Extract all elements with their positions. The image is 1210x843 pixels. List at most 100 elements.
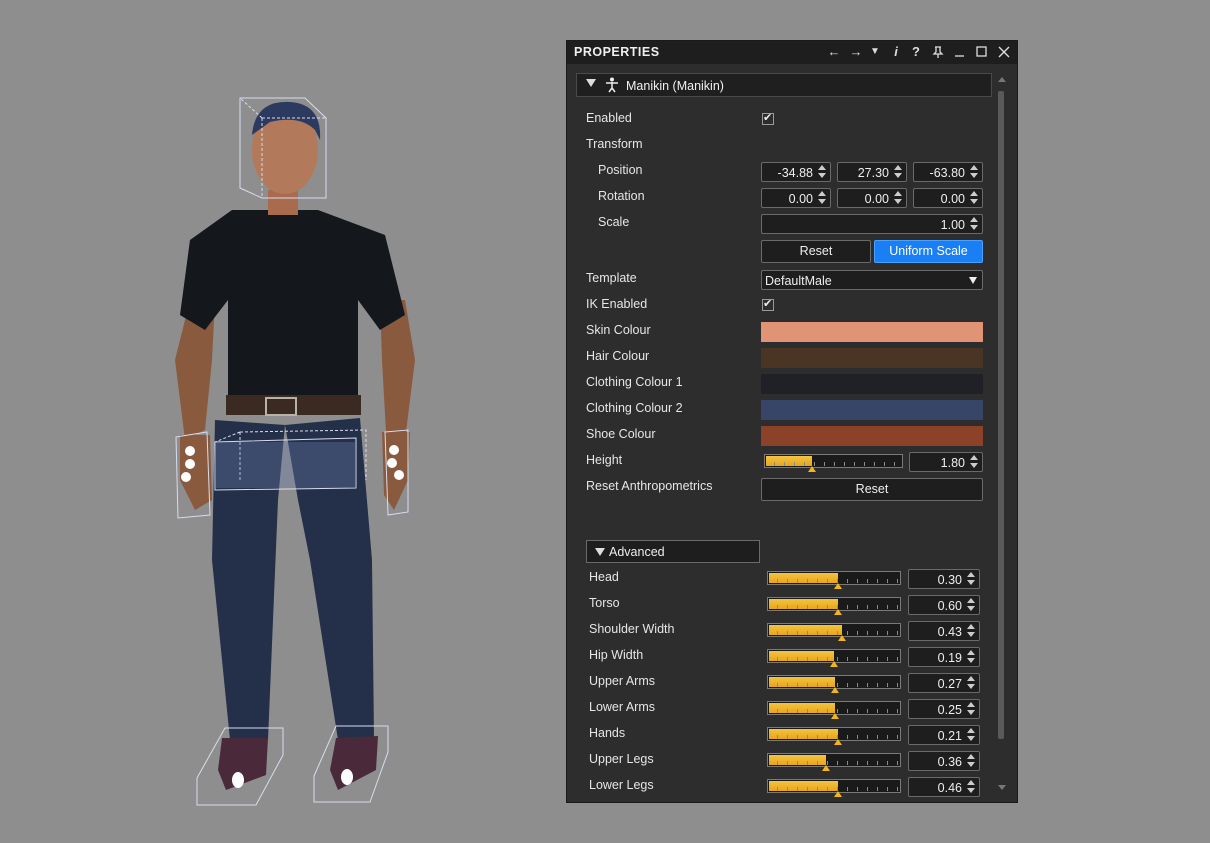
slider-thumb[interactable] [834,609,842,615]
skin-colour-swatch[interactable] [761,322,983,342]
slider-thumb[interactable] [834,791,842,797]
rotation-label: Rotation [598,189,645,203]
spinner-icon[interactable] [894,191,903,205]
position-x-field[interactable]: -34.88 [761,162,831,182]
slider-thumb[interactable] [830,661,838,667]
spinner-icon[interactable] [967,650,976,664]
reset-anthropometrics-button[interactable]: Reset [761,478,983,501]
position-label: Position [598,163,643,177]
rotation-z-field[interactable]: 0.00 [913,188,983,208]
forward-arrow-icon[interactable]: → [848,44,864,60]
position-z-field[interactable]: -63.80 [913,162,983,182]
advanced-item-slider[interactable] [767,675,901,693]
advanced-item-label: Torso [589,596,620,610]
shoe-colour-swatch[interactable] [761,426,983,446]
position-y-field[interactable]: 27.30 [837,162,907,182]
scale-label: Scale [598,215,630,229]
template-select[interactable]: DefaultMale [761,270,983,290]
slider-thumb[interactable] [822,765,830,771]
advanced-item-slider[interactable] [767,753,901,771]
collapse-arrow-icon[interactable] [595,548,605,556]
uniform-scale-button[interactable]: Uniform Scale [874,240,983,263]
component-title: Manikin (Manikin) [626,79,724,93]
properties-panel: PROPERTIES ← → ▼ i ? Manikin (Manikin) E [566,40,1018,803]
advanced-item-value-field[interactable]: 0.21 [908,725,980,745]
height-slider[interactable] [764,454,903,472]
scroll-up-icon[interactable] [998,77,1006,82]
spinner-icon[interactable] [967,598,976,612]
spinner-icon[interactable] [970,217,979,231]
info-icon[interactable]: i [888,44,904,60]
slider-thumb[interactable] [831,687,839,693]
person-icon [606,77,618,93]
pin-icon[interactable] [930,44,946,60]
spinner-icon[interactable] [970,191,979,205]
template-label: Template [586,271,637,285]
slider-thumb[interactable] [838,635,846,641]
collapse-arrow-icon[interactable] [586,79,596,87]
spinner-icon[interactable] [818,165,827,179]
scrollbar-thumb[interactable] [998,91,1004,739]
advanced-item-label: Lower Legs [589,778,654,792]
spinner-icon[interactable] [967,728,976,742]
advanced-section-header[interactable]: Advanced [586,540,760,563]
hair-colour-swatch[interactable] [761,348,983,368]
ik-enabled-label: IK Enabled [586,297,648,311]
spinner-icon[interactable] [967,754,976,768]
advanced-item-slider[interactable] [767,779,901,797]
close-icon[interactable] [996,44,1012,60]
advanced-item-slider[interactable] [767,623,901,641]
dropdown-icon[interactable]: ▼ [867,44,883,60]
spinner-icon[interactable] [967,624,976,638]
slider-thumb[interactable] [834,583,842,589]
height-label: Height [586,453,623,467]
maximize-icon[interactable] [974,44,990,60]
panel-scrollbar[interactable] [997,77,1007,792]
3d-viewport[interactable] [0,0,560,840]
panel-content: Manikin (Manikin) Enabled Transform Posi… [576,73,993,798]
enabled-checkbox[interactable] [762,111,774,125]
advanced-item-value-field[interactable]: 0.60 [908,595,980,615]
advanced-item-value-field[interactable]: 0.43 [908,621,980,641]
advanced-item-slider[interactable] [767,649,901,667]
advanced-item-label: Upper Legs [589,752,654,766]
height-field[interactable]: 1.80 [909,452,983,472]
advanced-item-slider[interactable] [767,701,901,719]
slider-thumb[interactable] [834,739,842,745]
scroll-down-icon[interactable] [998,785,1006,790]
reset-transform-button[interactable]: Reset [761,240,871,263]
advanced-item-value-field[interactable]: 0.36 [908,751,980,771]
spinner-icon[interactable] [818,191,827,205]
reset-anthropometrics-label: Reset Anthropometrics [586,479,713,493]
advanced-item-value-field[interactable]: 0.30 [908,569,980,589]
back-arrow-icon[interactable]: ← [826,44,842,60]
clothing-colour-1-swatch[interactable] [761,374,983,394]
skin-colour-label: Skin Colour [586,323,651,337]
advanced-item-slider[interactable] [767,571,901,589]
slider-thumb[interactable] [831,713,839,719]
advanced-item-value-field[interactable]: 0.27 [908,673,980,693]
component-header[interactable]: Manikin (Manikin) [576,73,992,97]
help-icon[interactable]: ? [908,44,924,60]
rotation-y-field[interactable]: 0.00 [837,188,907,208]
advanced-item-slider[interactable] [767,597,901,615]
advanced-item-value-field[interactable]: 0.25 [908,699,980,719]
minimize-icon[interactable] [952,44,968,60]
spinner-icon[interactable] [967,676,976,690]
spinner-icon[interactable] [967,702,976,716]
clothing-colour-2-swatch[interactable] [761,400,983,420]
advanced-item-label: Lower Arms [589,700,655,714]
spinner-icon[interactable] [967,572,976,586]
spinner-icon[interactable] [894,165,903,179]
slider-thumb[interactable] [808,466,816,472]
spinner-icon[interactable] [970,455,979,469]
advanced-item-value-field[interactable]: 0.19 [908,647,980,667]
panel-titlebar[interactable]: PROPERTIES ← → ▼ i ? [567,41,1017,64]
scale-field[interactable]: 1.00 [761,214,983,234]
rotation-x-field[interactable]: 0.00 [761,188,831,208]
advanced-item-slider[interactable] [767,727,901,745]
spinner-icon[interactable] [967,780,976,794]
spinner-icon[interactable] [970,165,979,179]
ik-enabled-checkbox[interactable] [762,297,774,311]
advanced-item-value-field[interactable]: 0.46 [908,777,980,797]
